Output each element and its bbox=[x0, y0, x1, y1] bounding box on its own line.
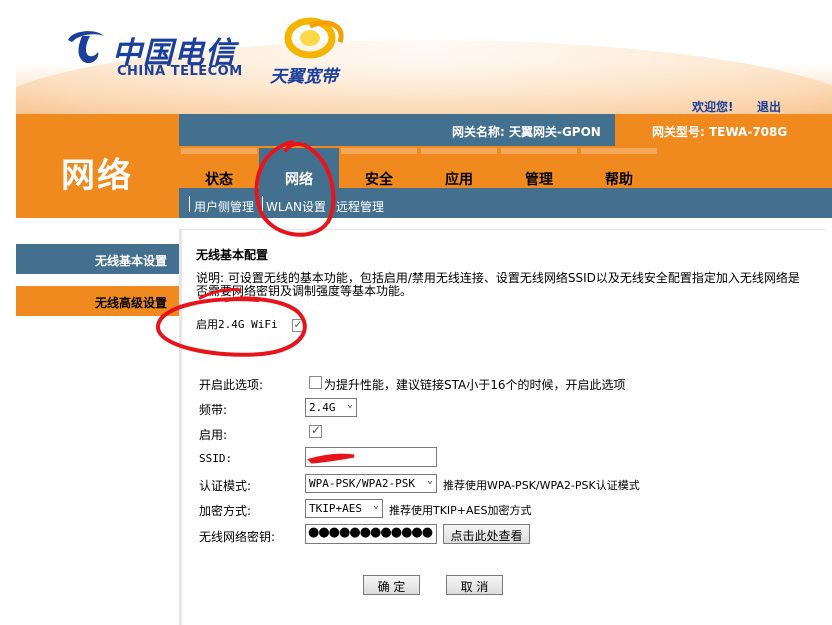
tianyi-swirl-icon bbox=[284, 17, 344, 59]
tab-help[interactable]: 帮助 bbox=[579, 148, 659, 188]
option-checkbox[interactable] bbox=[309, 376, 322, 389]
subnav-user-side[interactable]: 用户侧管理 bbox=[194, 198, 254, 215]
tianyi-broadband-name: 天翼宽带 bbox=[270, 67, 338, 87]
subnav-remote[interactable]: 远程管理 bbox=[336, 198, 384, 215]
encryption-select[interactable]: TKIP+AES ⌄ bbox=[305, 499, 383, 518]
content-title: 无线基本配置 bbox=[196, 248, 269, 262]
tab-status[interactable]: 状态 bbox=[179, 148, 259, 188]
enable-checkbox[interactable] bbox=[309, 423, 322, 438]
chevron-down-icon: ⌄ bbox=[372, 500, 379, 511]
wireless-key-label: 无线网络密钥: bbox=[199, 530, 276, 544]
menu-wireless-basic[interactable]: 无线基本设置 bbox=[16, 244, 179, 274]
option-label: 开启此选项: bbox=[199, 378, 264, 392]
ssid-label: SSID: bbox=[199, 452, 233, 465]
ssid-input[interactable] bbox=[305, 447, 437, 467]
band-select[interactable]: 2.4G ⌄ bbox=[305, 398, 357, 417]
logout-link[interactable]: 退出 bbox=[757, 98, 781, 115]
option-hint: 为提升性能，建议链接STA小于16个的时候，开启此选项 bbox=[324, 378, 626, 392]
chevron-down-icon: ⌄ bbox=[346, 399, 353, 410]
subnav-separator bbox=[262, 196, 263, 212]
header-banner: 中国电信 CHINA TELECOM 天翼宽带 bbox=[16, 0, 832, 114]
router-admin-page: 中国电信 CHINA TELECOM 天翼宽带 欢迎您! 退出 网络 网关名称:… bbox=[0, 0, 832, 625]
tab-application[interactable]: 应用 bbox=[419, 148, 499, 188]
subnav-separator bbox=[189, 196, 190, 212]
content-description: 说明: 可设置无线的基本功能，包括启用/禁用无线连接、设置无线网络SSID以及无… bbox=[196, 271, 800, 298]
auth-mode-value: WPA-PSK/WPA2-PSK bbox=[309, 477, 415, 490]
enable-24g-checkbox[interactable] bbox=[292, 317, 306, 332]
tianyi-broadband-logo: 天翼宽带 bbox=[270, 16, 360, 87]
tab-bar-filler bbox=[659, 146, 832, 188]
tab-management[interactable]: 管理 bbox=[499, 148, 579, 188]
enable-24g-row: 启用2.4G WiFi bbox=[196, 316, 306, 332]
wireless-key-input[interactable]: ●●●●●●●●●●●● bbox=[305, 524, 437, 544]
ok-button[interactable]: 确 定 bbox=[363, 575, 420, 595]
wireless-key-value: ●●●●●●●●●●●● bbox=[308, 525, 433, 540]
auth-mode-label: 认证模式: bbox=[199, 479, 252, 493]
gateway-name: 网关名称: 天翼网关-GPON bbox=[452, 125, 601, 139]
band-label: 频带: bbox=[199, 403, 228, 417]
subnav-wlan[interactable]: WLAN设置 bbox=[266, 198, 326, 215]
encryption-value: TKIP+AES bbox=[309, 502, 362, 515]
china-telecom-emblem-icon bbox=[68, 31, 104, 64]
chevron-down-icon: ⌄ bbox=[426, 475, 433, 486]
section-title: 网络 bbox=[61, 156, 133, 196]
tab-network[interactable]: 网络 bbox=[259, 148, 339, 188]
encryption-hint: 推荐使用TKIP+AES加密方式 bbox=[389, 504, 532, 517]
china-telecom-en-name: CHINA TELECOM bbox=[117, 64, 243, 79]
encryption-label: 加密方式: bbox=[199, 504, 252, 518]
subnav-separator bbox=[333, 196, 334, 212]
enable-label: 启用: bbox=[199, 428, 228, 442]
welcome-text: 欢迎您! bbox=[692, 100, 734, 114]
menu-wireless-advanced[interactable]: 无线高级设置 bbox=[16, 286, 179, 316]
enable-24g-label: 启用2.4G WiFi bbox=[196, 318, 278, 331]
auth-mode-select[interactable]: WPA-PSK/WPA2-PSK ⌄ bbox=[305, 474, 437, 493]
cancel-button[interactable]: 取 消 bbox=[446, 575, 503, 595]
auth-mode-hint: 推荐使用WPA-PSK/WPA2-PSK认证模式 bbox=[443, 479, 640, 492]
view-key-button[interactable]: 点击此处查看 bbox=[443, 524, 530, 544]
section-block: 网络 bbox=[16, 114, 179, 218]
tab-security[interactable]: 安全 bbox=[339, 148, 419, 188]
band-select-value: 2.4G bbox=[309, 401, 336, 414]
gateway-model: 网关型号: TEWA-708G bbox=[652, 125, 788, 139]
